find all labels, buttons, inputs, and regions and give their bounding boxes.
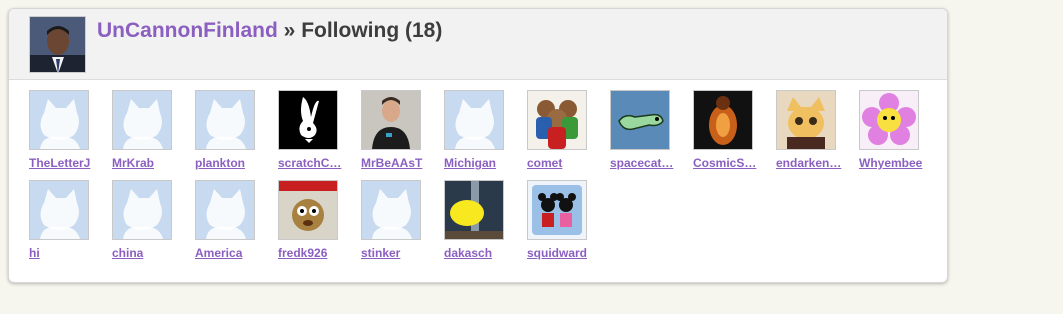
username-link[interactable]: hi [29, 246, 101, 260]
username-link[interactable]: dakasch [444, 246, 516, 260]
glowing-figure-avatar[interactable] [693, 90, 753, 150]
username-link[interactable]: MrKrab [112, 156, 184, 170]
live-reaction-avatar[interactable] [278, 180, 338, 240]
list-item[interactable]: plankton [195, 90, 267, 170]
list-item[interactable]: MrKrab [112, 90, 184, 170]
username-link[interactable]: scratchC… [278, 156, 350, 170]
list-item[interactable]: MrBeAAsT [361, 90, 433, 170]
scratch-cat-default-avatar[interactable] [29, 90, 89, 150]
username-link[interactable]: stinker [361, 246, 433, 260]
cartoon-character-avatar[interactable] [776, 90, 836, 150]
list-item[interactable]: hi [29, 180, 101, 260]
scratch-cat-default-avatar[interactable] [361, 180, 421, 240]
username-link[interactable]: squidward [527, 246, 599, 260]
mickey-minnie-avatar[interactable] [527, 180, 587, 240]
page-title: UnCannonFinland » Following (18) [97, 19, 442, 43]
username-link[interactable]: MrBeAAsT [361, 156, 433, 170]
list-item[interactable]: spacecat… [610, 90, 682, 170]
username-link[interactable]: comet [527, 156, 599, 170]
username-link[interactable]: Whyembee [859, 156, 931, 170]
list-item[interactable]: squidward [527, 180, 599, 260]
list-item[interactable]: china [112, 180, 184, 260]
yellow-blob-avatar[interactable] [444, 180, 504, 240]
scratch-cat-default-avatar[interactable] [195, 180, 255, 240]
panel-header: UnCannonFinland » Following (18) [9, 9, 947, 80]
username-link[interactable]: china [112, 246, 184, 260]
scratch-cat-default-avatar[interactable] [444, 90, 504, 150]
title-separator: » [283, 19, 296, 42]
green-lizard-avatar[interactable] [610, 90, 670, 150]
username-link[interactable]: endarken… [776, 156, 848, 170]
playboy-bunny-avatar[interactable] [278, 90, 338, 150]
list-item[interactable]: Whyembee [859, 90, 931, 170]
username-link[interactable]: spacecat… [610, 156, 682, 170]
list-item[interactable]: Michigan [444, 90, 516, 170]
chipmunks-avatar[interactable] [527, 90, 587, 150]
username-link[interactable]: plankton [195, 156, 267, 170]
person-photo-avatar[interactable] [361, 90, 421, 150]
profile-username-link[interactable]: UnCannonFinland [97, 19, 278, 42]
list-item[interactable]: comet [527, 90, 599, 170]
list-item[interactable]: CosmicS… [693, 90, 765, 170]
list-item[interactable]: America [195, 180, 267, 260]
username-link[interactable]: TheLetterJ [29, 156, 101, 170]
list-item[interactable]: dakasch [444, 180, 516, 260]
username-link[interactable]: CosmicS… [693, 156, 765, 170]
username-link[interactable]: Michigan [444, 156, 516, 170]
list-item[interactable]: endarken… [776, 90, 848, 170]
username-link[interactable]: America [195, 246, 267, 260]
list-item[interactable]: stinker [361, 180, 433, 260]
following-panel: UnCannonFinland » Following (18) TheLett… [8, 8, 948, 283]
list-item[interactable]: scratchC… [278, 90, 350, 170]
scratch-cat-default-avatar[interactable] [112, 90, 172, 150]
scratch-cat-default-avatar[interactable] [112, 180, 172, 240]
scratch-cat-default-avatar[interactable] [195, 90, 255, 150]
list-item[interactable]: TheLetterJ [29, 90, 101, 170]
list-item[interactable]: fredk926 [278, 180, 350, 260]
username-link[interactable]: fredk926 [278, 246, 350, 260]
scratch-cat-default-avatar[interactable] [29, 180, 89, 240]
profile-avatar[interactable] [29, 16, 86, 73]
section-label: Following (18) [301, 19, 443, 42]
flower-character-avatar[interactable] [859, 90, 919, 150]
